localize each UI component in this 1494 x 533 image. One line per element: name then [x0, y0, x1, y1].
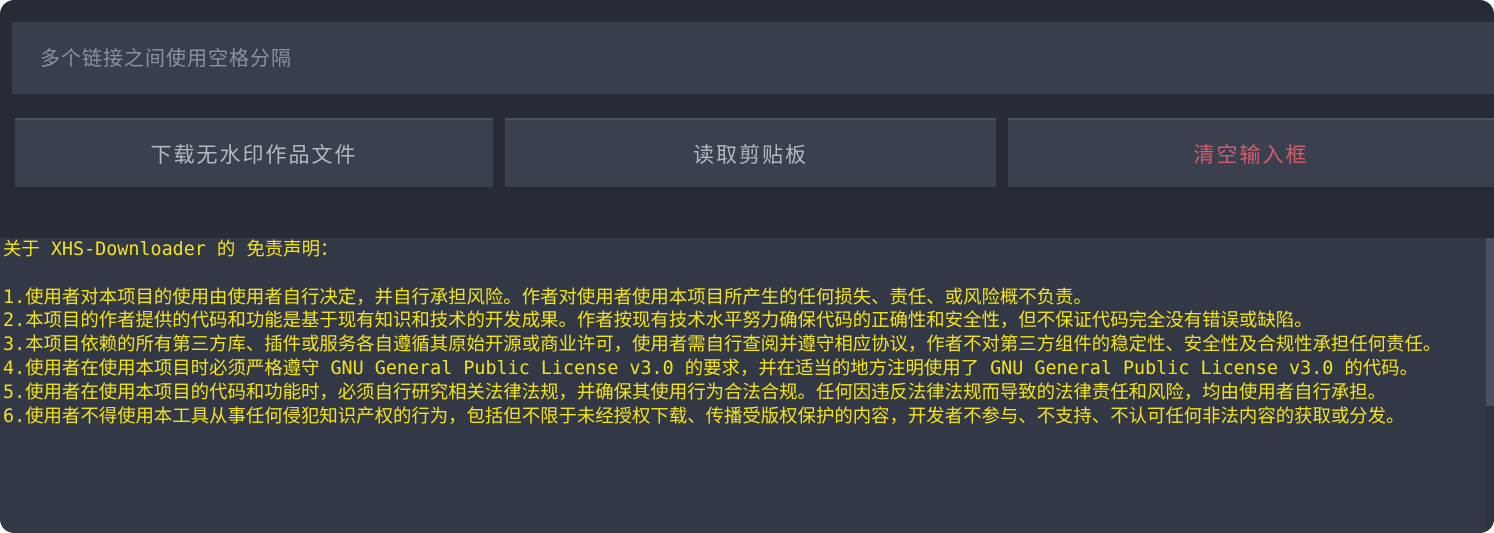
log-scrollbar[interactable]	[1486, 238, 1494, 533]
download-button[interactable]: 下载无水印作品文件	[15, 118, 493, 187]
output-log[interactable]: 关于 XHS-Downloader 的 免责声明： 1.使用者对本项目的使用由使…	[0, 238, 1486, 533]
log-scrollbar-thumb[interactable]	[1486, 238, 1494, 406]
disclaimer-item-6: 6.使用者不得使用本工具从事任何侵犯知识产权的行为，包括但不限于未经授权下载、传…	[3, 405, 1405, 427]
disclaimer-item-1: 1.使用者对本项目的使用由使用者自行决定，并自行承担风险。作者对使用者使用本项目…	[3, 286, 1092, 308]
disclaimer-item-3: 3.本项目依赖的所有第三方库、插件或服务各自遵循其原始开源或商业许可，使用者需自…	[3, 334, 1442, 356]
disclaimer-item-2: 2.本项目的作者提供的代码和功能是基于现有知识和技术的开发成果。作者按现有技术水…	[3, 310, 1313, 332]
clear-input-button[interactable]: 清空输入框	[1008, 118, 1494, 187]
link-input-container[interactable]	[12, 22, 1494, 94]
app-window: 下载无水印作品文件 读取剪贴板 清空输入框 关于 XHS-Downloader …	[0, 0, 1494, 533]
disclaimer-item-5: 5.使用者在使用本项目的代码和功能时，必须自行研究相关法律法规，并确保其使用行为…	[3, 381, 1387, 403]
link-input[interactable]	[12, 22, 1494, 94]
disclaimer-item-4: 4.使用者在使用本项目时必须严格遵守 GNU General Public Li…	[3, 357, 1418, 379]
read-clipboard-button[interactable]: 读取剪贴板	[505, 118, 996, 187]
disclaimer-title: 关于 XHS-Downloader 的 免责声明：	[3, 239, 339, 260]
